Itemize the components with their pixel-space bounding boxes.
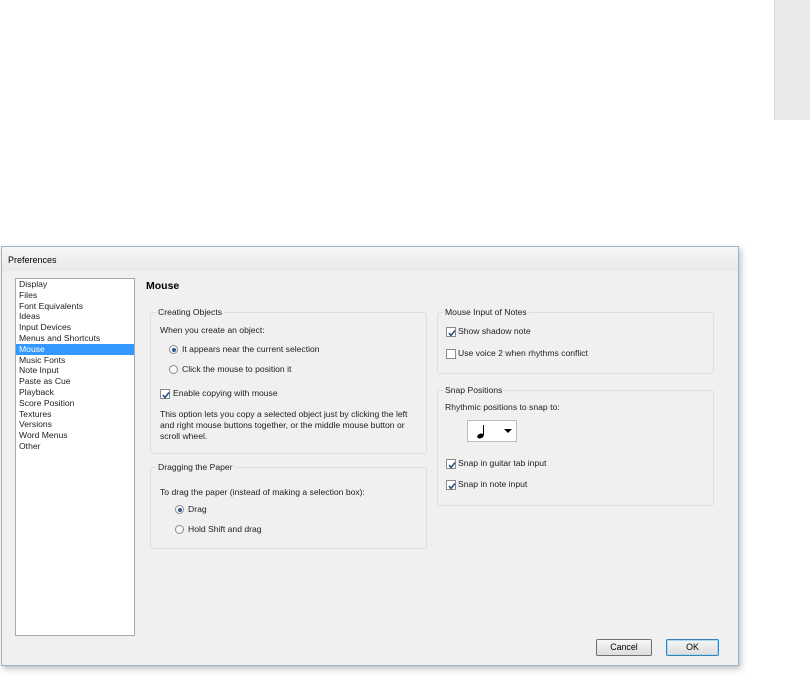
- snap-note-checkbox[interactable]: [446, 480, 456, 490]
- category-item[interactable]: Files: [16, 290, 134, 301]
- mouse-input-title: Mouse Input of Notes: [443, 307, 529, 318]
- category-item[interactable]: Display: [16, 279, 134, 290]
- use-voice2-checkbox[interactable]: [446, 349, 456, 359]
- snap-positions-title: Snap Positions: [443, 385, 505, 396]
- ok-button[interactable]: OK: [666, 639, 719, 656]
- checkmark-icon: [448, 330, 456, 337]
- radio-click-mouse[interactable]: [169, 365, 178, 374]
- window-title: Preferences: [8, 255, 57, 265]
- snap-guitar-label[interactable]: Snap in guitar tab input: [458, 458, 546, 469]
- snap-note-label[interactable]: Snap in note input: [458, 479, 527, 490]
- checkmark-icon: [448, 462, 456, 469]
- radio-click-mouse-label[interactable]: Click the mouse to position it: [182, 364, 291, 375]
- radio-near-selection[interactable]: [169, 345, 178, 354]
- checkmark-icon: [448, 483, 456, 490]
- category-item[interactable]: Input Devices: [16, 322, 134, 333]
- radio-drag-label[interactable]: Drag: [188, 504, 207, 515]
- rhythm-dropdown[interactable]: [467, 420, 517, 442]
- category-item[interactable]: Playback: [16, 387, 134, 398]
- radio-near-selection-label[interactable]: It appears near the current selection: [182, 344, 320, 355]
- copy-description: This option lets you copy a selected obj…: [160, 409, 408, 441]
- category-item[interactable]: Mouse: [16, 343, 134, 355]
- category-item[interactable]: Menus and Shortcuts: [16, 333, 134, 344]
- snap-prompt: Rhythmic positions to snap to:: [445, 402, 560, 412]
- radio-drag[interactable]: [175, 505, 184, 514]
- radio-hold-shift-label[interactable]: Hold Shift and drag: [188, 524, 262, 535]
- page-title: Mouse: [146, 280, 180, 292]
- background-window-edge: [774, 0, 810, 120]
- category-item[interactable]: Word Menus: [16, 430, 134, 441]
- category-item[interactable]: Note Input: [16, 365, 134, 376]
- category-item[interactable]: Versions: [16, 419, 134, 430]
- category-item[interactable]: Ideas: [16, 311, 134, 322]
- enable-copying-checkbox[interactable]: [160, 389, 170, 399]
- dragging-paper-title: Dragging the Paper: [156, 462, 235, 473]
- category-item[interactable]: Paste as Cue: [16, 376, 134, 387]
- title-bar[interactable]: Preferences: [2, 247, 738, 271]
- create-object-prompt: When you create an object:: [160, 325, 265, 335]
- category-item[interactable]: Textures: [16, 409, 134, 420]
- snap-guitar-checkbox[interactable]: [446, 459, 456, 469]
- category-item[interactable]: Music Fonts: [16, 355, 134, 366]
- drag-paper-prompt: To drag the paper (instead of making a s…: [160, 487, 365, 497]
- category-item[interactable]: Score Position: [16, 398, 134, 409]
- checkmark-icon: [162, 392, 170, 399]
- use-voice2-label[interactable]: Use voice 2 when rhythms conflict: [458, 348, 588, 359]
- enable-copying-label[interactable]: Enable copying with mouse: [173, 388, 278, 399]
- category-item[interactable]: Other: [16, 441, 134, 452]
- category-item[interactable]: Font Equivalents: [16, 301, 134, 312]
- chevron-down-icon: [504, 429, 512, 433]
- category-list[interactable]: Display Files Font Equivalents Ideas Input D…: [15, 278, 135, 636]
- quarter-note-icon: [477, 425, 484, 439]
- show-shadow-label[interactable]: Show shadow note: [458, 326, 531, 337]
- creating-objects-title: Creating Objects: [156, 307, 225, 318]
- radio-hold-shift[interactable]: [175, 525, 184, 534]
- show-shadow-checkbox[interactable]: [446, 327, 456, 337]
- mouse-input-group: Mouse Input of Notes: [437, 307, 714, 374]
- cancel-button[interactable]: Cancel: [596, 639, 652, 656]
